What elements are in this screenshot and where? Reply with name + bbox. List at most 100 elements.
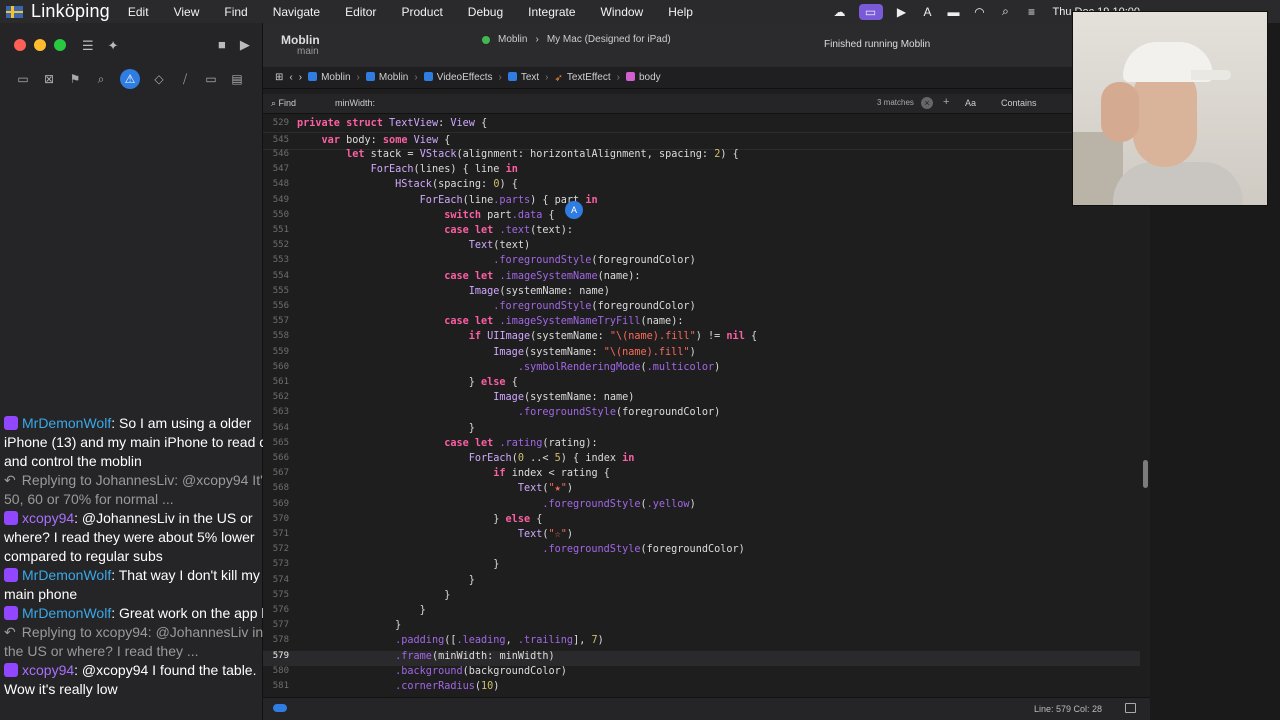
find-mode-menu[interactable]: ⌕ Find — [271, 98, 296, 109]
breakpoint-toggle-icon[interactable] — [273, 704, 287, 712]
find-input[interactable]: minWidth: — [335, 98, 375, 108]
test-diamond-icon[interactable]: ◇ — [152, 72, 166, 86]
code-line[interactable]: 548 HStack(spacing: 0) { — [263, 179, 1140, 194]
property-icon — [625, 72, 635, 81]
stop-icon[interactable]: ■ — [218, 37, 226, 53]
breadcrumb-item[interactable]: Moblin — [365, 72, 408, 83]
sparkle-icon[interactable]: ✦ — [108, 38, 119, 54]
source-editor[interactable]: 529 private struct TextView: View { 545 va… — [263, 116, 1140, 694]
code-line[interactable]: 557 case let .imageSystemNameTryFill(nam… — [263, 316, 1140, 331]
menu-help[interactable]: Help — [668, 5, 693, 19]
menu-integrate[interactable]: Integrate — [528, 5, 575, 19]
code-line[interactable]: 554 case let .imageSystemName(name): — [263, 271, 1140, 286]
breadcrumb-item[interactable]: Moblin — [308, 72, 351, 83]
code-line[interactable]: 562 Image(systemName: name) — [263, 392, 1140, 407]
control-center-icon[interactable]: ≡ — [1025, 5, 1039, 19]
run-destination[interactable]: Moblin › My Mac (Designed for iPad) — [482, 34, 671, 45]
match-mode-select[interactable]: Contains — [1001, 98, 1037, 108]
sidebar-toggle-icon[interactable]: ☰ — [82, 38, 94, 54]
code-line[interactable]: 577 } — [263, 620, 1140, 635]
code-line[interactable]: 571 Text("☆") — [263, 529, 1140, 544]
back-icon[interactable]: ‹ — [289, 72, 292, 83]
cloud-icon[interactable]: ☁ — [833, 5, 847, 19]
menu-editor[interactable]: Editor — [345, 5, 376, 19]
zoom-button[interactable] — [54, 39, 66, 51]
code-line[interactable]: 574 } — [263, 575, 1140, 590]
code-line[interactable]: 555 Image(systemName: name) — [263, 286, 1140, 301]
code-line[interactable]: 575 } — [263, 590, 1140, 605]
code-line[interactable]: 565 case let .rating(rating): — [263, 438, 1140, 453]
debug-area-icon[interactable] — [1125, 703, 1136, 713]
menu-debug[interactable]: Debug — [468, 5, 503, 19]
code-line[interactable]: 552 Text(text) — [263, 240, 1140, 255]
code-line[interactable]: 546 let stack = VStack(alignment: horizo… — [263, 149, 1140, 164]
menu-edit[interactable]: Edit — [128, 5, 149, 19]
code-line[interactable]: 581 .cornerRadius(10) — [263, 681, 1140, 694]
line-number: 547 — [272, 164, 289, 175]
code-line[interactable]: 529 private struct TextView: View { — [263, 118, 1140, 133]
code-line[interactable]: 556 .foregroundStyle(foregroundColor) — [263, 301, 1140, 316]
menu-find[interactable]: Find — [224, 5, 247, 19]
wifi-icon[interactable]: ◠ — [973, 5, 987, 19]
match-case-button[interactable]: Aa — [965, 98, 976, 108]
code-line[interactable]: 569 .foregroundStyle(.yellow) — [263, 499, 1140, 514]
close-button[interactable] — [14, 39, 26, 51]
scrollbar-thumb[interactable] — [1143, 460, 1148, 488]
code-line[interactable]: 580 .background(backgroundColor) — [263, 666, 1140, 681]
minimize-button[interactable] — [34, 39, 46, 51]
breakpoint-icon[interactable]: ▭ — [204, 72, 218, 86]
code-line[interactable]: 560 .symbolRenderingMode(.multicolor) — [263, 362, 1140, 377]
target-app[interactable]: Moblin — [498, 34, 527, 45]
code-line[interactable]: 564 } — [263, 423, 1140, 438]
code-line[interactable]: 549 ForEach(line.parts) { part in — [263, 195, 1140, 210]
find-navigator-icon[interactable]: ⌕ — [94, 72, 108, 86]
keyboard-a-icon[interactable]: A — [921, 5, 935, 19]
code-line[interactable]: 573 } — [263, 559, 1140, 574]
code-line[interactable]: 576 } — [263, 605, 1140, 620]
code-line[interactable]: 545 var body: some View { — [263, 135, 1140, 150]
add-pattern-icon[interactable]: + — [943, 96, 949, 108]
run-icon[interactable]: ▶ — [240, 37, 250, 53]
clear-search-icon[interactable]: × — [921, 97, 933, 109]
search-icon[interactable]: ⌕ — [999, 4, 1013, 19]
menu-product[interactable]: Product — [401, 5, 442, 19]
code-text: case let .rating(rating): — [444, 437, 598, 449]
battery-icon[interactable]: ▬ — [947, 5, 961, 19]
line-number: 563 — [272, 407, 289, 418]
grid-icon[interactable]: ⊞ — [275, 72, 283, 83]
source-control-icon[interactable]: ⊠ — [42, 72, 56, 86]
issue-warning-icon[interactable]: ⚠ — [120, 69, 140, 89]
scheme-name[interactable]: Moblin — [281, 33, 320, 47]
code-line[interactable]: 547 ForEach(lines) { line in — [263, 164, 1140, 179]
code-line[interactable]: 553 .foregroundStyle(foregroundColor) — [263, 255, 1140, 270]
screen-share-icon[interactable]: ▭ — [858, 3, 883, 20]
target-device[interactable]: My Mac (Designed for iPad) — [547, 34, 671, 45]
code-line[interactable]: 559 Image(systemName: "\(name).fill") — [263, 347, 1140, 362]
code-line[interactable]: 572 .foregroundStyle(foregroundColor) — [263, 544, 1140, 559]
code-line[interactable]: 566 ForEach(0 ..< 5) { index in — [263, 453, 1140, 468]
report-icon[interactable]: ▤ — [230, 72, 244, 86]
breadcrumb-item[interactable]: ➶ TextEffect — [555, 72, 611, 84]
play-icon[interactable]: ▶ — [895, 5, 909, 19]
chat-message: MrDemonWolf: That way I don't kill my ma… — [4, 566, 286, 604]
code-line[interactable]: 579 .frame(minWidth: minWidth) — [263, 650, 1140, 666]
menu-window[interactable]: Window — [601, 5, 644, 19]
code-line[interactable]: 570 } else { — [263, 514, 1140, 529]
code-line[interactable]: 578 .padding([.leading, .trailing], 7) — [263, 635, 1140, 650]
code-line[interactable]: 568 Text("★") — [263, 483, 1140, 498]
breadcrumb-item[interactable]: body — [625, 72, 661, 83]
menu-view[interactable]: View — [174, 5, 200, 19]
menu-navigate[interactable]: Navigate — [273, 5, 320, 19]
code-line[interactable]: 551 case let .text(text): — [263, 225, 1140, 240]
code-line[interactable]: 561 } else { — [263, 377, 1140, 392]
code-line[interactable]: 550 switch part.data { — [263, 210, 1140, 225]
debug-icon[interactable]: ⧸ — [178, 72, 192, 86]
folder-icon[interactable]: ▭ — [16, 72, 30, 86]
forward-icon[interactable]: › — [299, 72, 302, 83]
breadcrumb-item[interactable]: Text — [507, 72, 539, 83]
code-line[interactable]: 563 .foregroundStyle(foregroundColor) — [263, 407, 1140, 422]
bookmark-icon[interactable]: ⚑ — [68, 72, 82, 86]
code-line[interactable]: 558 if UIImage(systemName: "\(name).fill… — [263, 331, 1140, 346]
code-line[interactable]: 567 if index < rating { — [263, 468, 1140, 483]
breadcrumb-item[interactable]: VideoEffects — [423, 72, 492, 83]
